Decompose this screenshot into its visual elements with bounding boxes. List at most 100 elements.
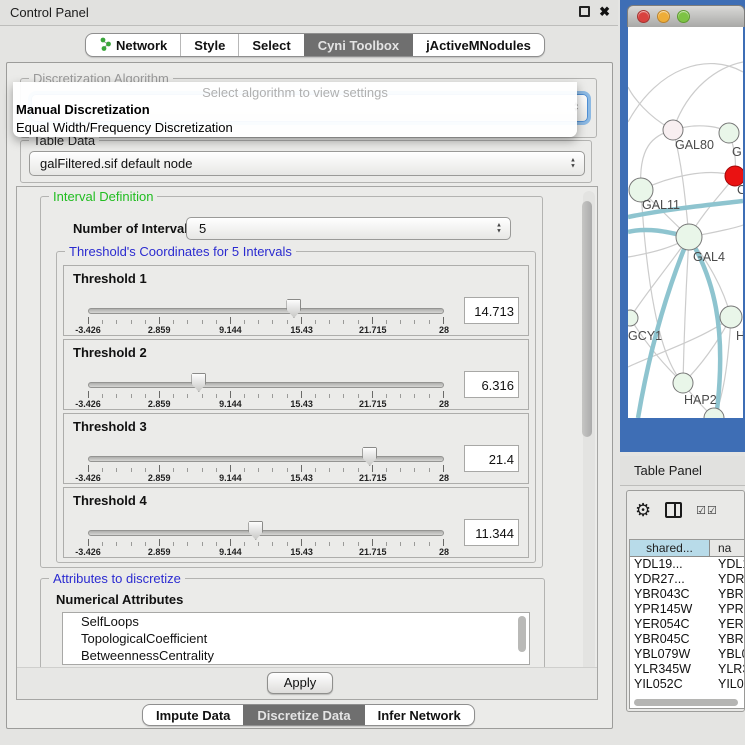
slider-track — [88, 308, 444, 314]
tick-mark — [386, 468, 387, 472]
table-row[interactable]: YBR045CYBR0 — [630, 632, 744, 647]
threshold-slider[interactable]: -3.4262.8599.14415.4321.71528 — [88, 370, 444, 408]
tick-mark — [358, 542, 359, 546]
tab-network[interactable]: Network — [86, 34, 180, 56]
horizontal-scrollbar-thumb[interactable] — [634, 699, 738, 706]
tick-label: 21.715 — [359, 547, 387, 557]
slider-tick-labels: -3.4262.8599.14415.4321.71528 — [88, 547, 444, 557]
tick-mark — [429, 320, 430, 324]
network-node[interactable] — [673, 373, 693, 393]
tick-label: 2.859 — [148, 399, 171, 409]
tab-infer-network[interactable]: Infer Network — [364, 705, 474, 725]
algorithm-popup-item[interactable]: Manual Discretization — [13, 100, 577, 118]
network-node[interactable] — [663, 120, 683, 140]
slider-thumb[interactable] — [248, 521, 263, 540]
columns-icon[interactable] — [665, 502, 682, 518]
mac-zoom-button[interactable] — [677, 10, 690, 23]
tab-discretize-data[interactable]: Discretize Data — [243, 705, 363, 725]
tick-mark — [116, 542, 117, 546]
algorithm-popup-item[interactable]: Equal Width/Frequency Discretization — [13, 118, 577, 136]
tick-label: 15.43 — [290, 325, 313, 335]
table-row[interactable]: YDR27...YDR2 — [630, 572, 744, 587]
slider-thumb[interactable] — [191, 373, 206, 392]
apply-strip: Apply — [17, 667, 597, 699]
tick-mark — [315, 542, 316, 546]
tick-mark — [443, 391, 444, 398]
tick-mark — [173, 468, 174, 472]
network-edge — [673, 62, 743, 130]
threshold-value-field[interactable]: 6.316 — [464, 371, 519, 398]
tick-label: 9.144 — [219, 325, 242, 335]
table-row[interactable]: YIL052CYIL0 — [630, 677, 744, 692]
node-table[interactable]: shared... na YDL19...YDL1YDR27...YDR2YBR… — [629, 539, 745, 709]
network-node[interactable] — [719, 123, 739, 143]
tick-label: 15.43 — [290, 473, 313, 483]
table-data-combobox[interactable]: galFiltered.sif default node ▲▼ — [29, 151, 585, 176]
table-panel-titlebar: Table Panel — [620, 456, 745, 486]
table-row[interactable]: YDL19...YDL1 — [630, 557, 744, 572]
table-row[interactable]: YLR345WYLR3 — [630, 662, 744, 677]
number-of-intervals-combobox[interactable]: 5 ▲▼ — [186, 217, 511, 240]
mac-minimize-button[interactable] — [657, 10, 670, 23]
slider-thumb[interactable] — [286, 299, 301, 318]
tick-mark — [116, 468, 117, 472]
attribute-list-item[interactable]: BetweennessCentrality — [63, 647, 529, 664]
float-icon[interactable] — [579, 6, 590, 17]
column-header-shared-name[interactable]: shared... — [630, 540, 710, 557]
tick-mark — [329, 542, 330, 546]
network-node[interactable] — [676, 224, 702, 250]
tick-mark — [216, 394, 217, 398]
close-icon[interactable]: ✖ — [599, 6, 610, 17]
table-data-value: galFiltered.sif default node — [40, 156, 192, 171]
tick-mark — [102, 320, 103, 324]
threshold-slider[interactable]: -3.4262.8599.14415.4321.71528 — [88, 296, 444, 334]
attributes-scrollbar-thumb[interactable] — [518, 616, 526, 652]
tick-mark — [315, 468, 316, 472]
cell-shared-name: YIL052C — [630, 677, 710, 692]
network-node[interactable] — [628, 310, 638, 326]
tab-label: Impute Data — [156, 708, 230, 723]
table-row[interactable]: YBR043CYBR0 — [630, 587, 744, 602]
threshold-label: Threshold 4 — [73, 493, 147, 508]
attribute-list-item[interactable]: TopologicalCoefficient — [63, 630, 529, 647]
tick-mark — [329, 468, 330, 472]
tab-style[interactable]: Style — [180, 34, 238, 56]
threshold-slider[interactable]: -3.4262.8599.14415.4321.71528 — [88, 444, 444, 482]
threshold-slider[interactable]: -3.4262.8599.14415.4321.71528 — [88, 518, 444, 556]
tick-mark — [287, 394, 288, 398]
threshold-row: Threshold 4 -3.4262.8599.14415.4321.71528… — [63, 487, 529, 558]
vertical-scrollbar-thumb[interactable] — [582, 201, 592, 437]
tick-mark — [400, 394, 401, 398]
tick-label: 28 — [439, 325, 449, 335]
tab-impute-data[interactable]: Impute Data — [143, 705, 243, 725]
vertical-scrollbar[interactable] — [583, 191, 595, 695]
tab-cyni-toolbox[interactable]: Cyni Toolbox — [304, 34, 412, 56]
tab-jactivemnodules[interactable]: jActiveMNodules — [412, 34, 544, 56]
threshold-value-field[interactable]: 21.4 — [464, 445, 519, 472]
tab-select[interactable]: Select — [238, 34, 303, 56]
tick-mark — [187, 542, 188, 546]
network-node[interactable] — [720, 306, 742, 328]
tick-mark — [145, 468, 146, 472]
threshold-value-field[interactable]: 11.344 — [464, 519, 519, 546]
tick-mark — [343, 542, 344, 546]
apply-button[interactable]: Apply — [267, 672, 333, 694]
tick-mark — [443, 317, 444, 324]
cell-name: YBL0 — [710, 647, 744, 662]
threshold-value-field[interactable]: 14.713 — [464, 297, 519, 324]
table-row[interactable]: YBL079WYBL0 — [630, 647, 744, 662]
tick-mark — [159, 539, 160, 546]
column-header-name[interactable]: na — [710, 540, 744, 557]
network-node[interactable] — [704, 408, 724, 418]
checkbox-icon[interactable]: ☑☑ — [696, 504, 718, 517]
table-row[interactable]: YPR145WYPR1 — [630, 602, 744, 617]
table-row[interactable]: YER054CYER0 — [630, 617, 744, 632]
gear-icon[interactable]: ⚙ — [635, 501, 651, 519]
numerical-attributes-list[interactable]: SelfLoopsTopologicalCoefficientBetweenne… — [62, 612, 530, 665]
network-canvas[interactable]: GAL80GCGAL11GAL4GCY1HHAP2 — [628, 27, 743, 418]
attribute-list-item[interactable]: SelfLoops — [63, 613, 529, 630]
tick-mark — [258, 320, 259, 324]
slider-thumb[interactable] — [362, 447, 377, 466]
mac-close-button[interactable] — [637, 10, 650, 23]
thresholds-group-title: Threshold's Coordinates for 5 Intervals — [65, 244, 296, 259]
